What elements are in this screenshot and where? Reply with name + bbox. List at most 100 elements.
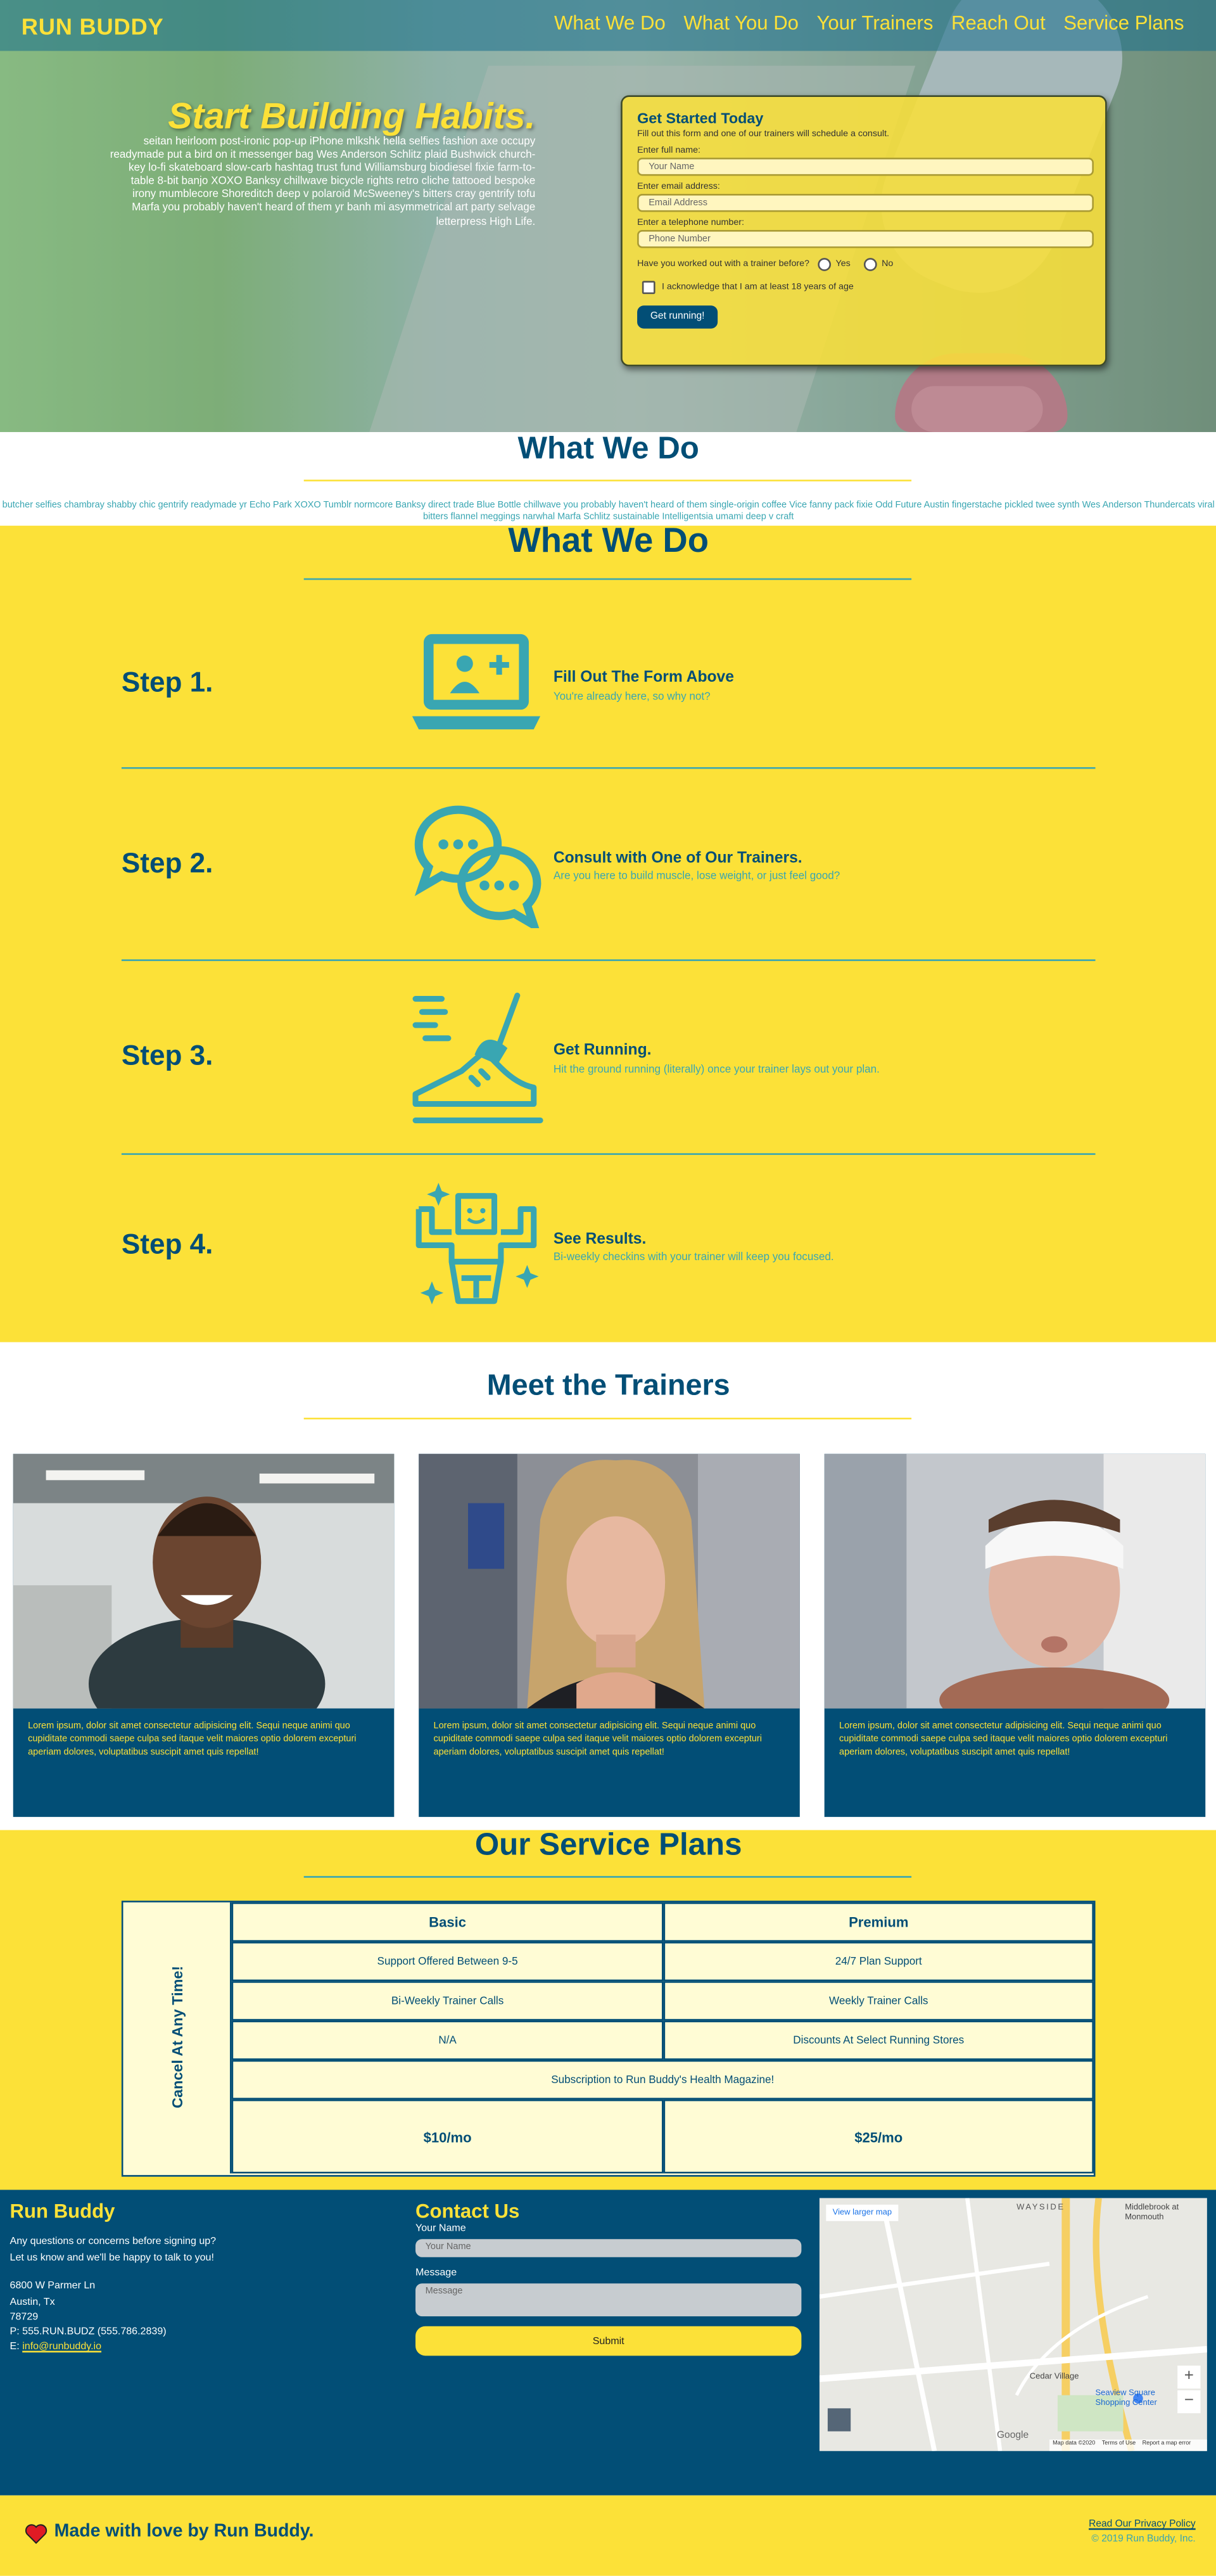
plans-divider (303, 1876, 912, 1878)
nav-what-we-do[interactable]: What We Do (554, 11, 666, 34)
trainer-question: Have you worked out with a trainer befor… (637, 258, 1091, 271)
made-with-love: Made with love by Run Buddy. (54, 2522, 314, 2542)
step-3-heading: Get Running. (553, 1041, 652, 1060)
zoom-out-button[interactable]: − (1177, 2390, 1201, 2414)
age-checkbox-label: I acknowledge that I am at least 18 year… (661, 282, 854, 293)
trainer-question-label: Have you worked out with a trainer befor… (637, 259, 810, 270)
trainers-divider (303, 1417, 912, 1420)
strong-person-icon (415, 1182, 539, 1304)
nav-what-you-do[interactable]: What You Do (683, 11, 799, 34)
nav-your-trainers[interactable]: Your Trainers (817, 11, 934, 34)
what-we-do-title: What We Do (517, 431, 699, 467)
map-terms-link[interactable]: Terms of Use (1102, 2440, 1136, 2451)
nav-reach-out[interactable]: Reach Out (951, 11, 1046, 34)
premium-row-3: Discounts At Select Running Stores (663, 2020, 1094, 2060)
step-3-number: Step 3. (121, 1040, 213, 1071)
hero-section: Start Building Habits. seitan heirloom p… (0, 0, 1216, 432)
phone-number: P: 555.RUN.BUDZ (555.786.2839) (10, 2326, 167, 2338)
map-label-middlebrook: Middlebrook at Monmouth (1125, 2203, 1179, 2223)
basic-price: $10/mo (231, 2099, 664, 2174)
map-label-wayside: WAYSIDE (1016, 2203, 1065, 2213)
step-3-subtext: Hit the ground running (literally) once … (553, 1064, 880, 1076)
zoom-in-button[interactable]: + (1177, 2365, 1201, 2389)
premium-price: $25/mo (663, 2099, 1094, 2174)
trainer-photo (824, 1453, 1206, 1709)
step-2-heading: Consult with One of Our Trainers. (553, 849, 802, 868)
steps-section (0, 525, 1216, 1342)
step-1-number: Step 1. (121, 666, 213, 699)
steps-divider (303, 578, 912, 580)
step-4-number: Step 4. (121, 1228, 213, 1260)
location-map[interactable]: View larger map WAYSIDE Middlebrook at M… (819, 2198, 1207, 2451)
age-acknowledge: I acknowledge that I am at least 18 year… (642, 281, 1091, 295)
basic-row-3: N/A (231, 2020, 664, 2060)
trainer-bio: Lorem ipsum, dolor sit amet consectetur … (839, 1721, 1168, 1757)
contact-message-label: Message (415, 2267, 457, 2279)
nav-service-plans[interactable]: Service Plans (1063, 11, 1184, 34)
premium-row-1: 24/7 Plan Support (663, 1941, 1094, 1982)
what-we-do-divider (303, 480, 912, 481)
email-line: E: info@runbuddy.io (10, 2339, 101, 2355)
basic-header: Basic (231, 1902, 664, 1942)
contact-name-label: Your Name (415, 2222, 466, 2235)
main-nav: What We Do What You Do Your Trainers Rea… (554, 11, 1184, 34)
chat-bubbles-icon (414, 805, 542, 929)
step-divider (121, 959, 1096, 961)
get-running-button[interactable]: Get running! (637, 305, 718, 329)
laptop-user-icon (412, 634, 541, 730)
privacy-policy-link[interactable]: Read Our Privacy Policy (1089, 2520, 1196, 2530)
what-we-do-text: butcher selfies chambray shabby chic gen… (2, 501, 1215, 523)
cancel-anytime-cell: Cancel At Any Time! (123, 1902, 232, 2174)
running-shoe-icon (412, 992, 543, 1123)
site-header: RUN BUDDY What We Do What You Do Your Tr… (0, 0, 1216, 51)
footer-blurb-1: Any questions or concerns before signing… (10, 2236, 217, 2248)
phone-input[interactable]: Phone Number (637, 230, 1094, 248)
contact-name-input[interactable]: Your Name (415, 2239, 802, 2257)
premium-header: Premium (663, 1902, 1094, 1942)
address-line-1: 6800 W Parmer Ln (10, 2280, 96, 2292)
contact-title: Contact Us (415, 2200, 520, 2223)
logo[interactable]: RUN BUDDY (22, 13, 164, 39)
plans-table: Cancel At Any Time! Basic Premium Suppor… (121, 1901, 1096, 2177)
basic-row-1: Support Offered Between 9-5 (231, 1941, 664, 1982)
magazine-row: Subscription to Run Buddy's Health Magaz… (231, 2060, 1094, 2100)
phone-label: Enter a telephone number: (637, 218, 744, 229)
plans-title: Our Service Plans (474, 1828, 742, 1863)
email-link[interactable]: info@runbuddy.io (22, 2341, 101, 2352)
name-input[interactable]: Your Name (637, 157, 1094, 176)
footer-blurb-2: Let us know and we'll be happy to talk t… (10, 2252, 214, 2264)
heart-icon (25, 2524, 48, 2544)
trainer-card: Lorem ipsum, dolor sit amet consectetur … (824, 1453, 1206, 1817)
trainer-bio: Lorem ipsum, dolor sit amet consectetur … (28, 1721, 357, 1757)
no-radio[interactable] (863, 258, 877, 271)
address-line-2: Austin, Tx (10, 2297, 55, 2309)
age-checkbox[interactable] (642, 281, 656, 295)
email-label: Enter email address: (637, 182, 720, 193)
step-1-heading: Fill Out The Form Above (553, 668, 734, 687)
step-4-subtext: Bi-weekly checkins with your trainer wil… (553, 1251, 834, 1264)
step-divider (121, 1153, 1096, 1155)
address-line-3: 78729 (10, 2311, 39, 2323)
step-divider (121, 767, 1096, 769)
premium-row-2: Weekly Trainer Calls (663, 1981, 1094, 2021)
trainer-photo (13, 1453, 395, 1709)
email-prefix: E: (10, 2341, 23, 2353)
submit-button[interactable]: Submit (415, 2326, 802, 2356)
get-started-form: Get Started Today Fill out this form and… (621, 95, 1107, 367)
step-2-subtext: Are you here to build muscle, lose weigh… (553, 870, 840, 883)
map-report-link[interactable]: Report a map error (1143, 2440, 1191, 2451)
trainer-card: Lorem ipsum, dolor sit amet consectetur … (13, 1453, 395, 1817)
view-larger-map-link[interactable]: View larger map (826, 2204, 899, 2221)
trainer-photo (419, 1453, 800, 1709)
map-label-seaview: Seaview Square Shopping Center (1095, 2388, 1157, 2409)
cancel-anytime-text: Cancel At Any Time! (169, 1965, 186, 2108)
step-1-subtext: You're already here, so why not? (553, 691, 711, 703)
trainer-card: Lorem ipsum, dolor sit amet consectetur … (419, 1453, 800, 1817)
step-2-number: Step 2. (121, 847, 213, 879)
yes-label: Yes (835, 259, 851, 270)
yes-radio[interactable] (817, 258, 831, 271)
step-4-heading: See Results. (553, 1230, 647, 1249)
basic-row-2: Bi-Weekly Trainer Calls (231, 1981, 664, 2021)
contact-message-input[interactable]: Message (415, 2283, 802, 2317)
email-input[interactable]: Email Address (637, 193, 1094, 212)
